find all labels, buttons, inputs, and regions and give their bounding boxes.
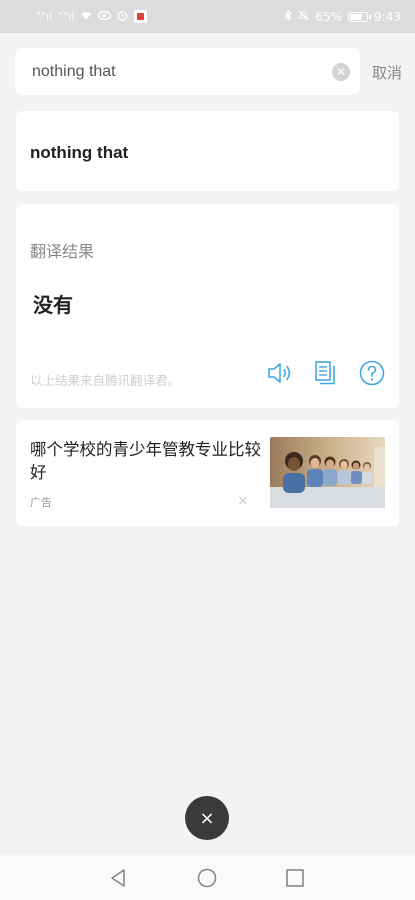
help-icon[interactable] <box>358 359 386 387</box>
signal-icon: ""ıl <box>36 10 53 23</box>
signal-icon: ""ıl <box>58 10 75 23</box>
query-text: nothing that <box>30 143 129 162</box>
ad-tag: 广告 <box>30 496 52 509</box>
ad-close-icon[interactable]: × <box>237 493 249 509</box>
cancel-button[interactable]: 取消 <box>372 62 402 83</box>
search-input[interactable] <box>32 62 332 81</box>
translation-result-card: 翻译结果 没有 以上结果来自腾讯翻译君。 <box>16 204 399 408</box>
query-card: nothing that <box>16 111 399 191</box>
copy-icon[interactable] <box>311 359 339 387</box>
eye-icon <box>98 10 112 22</box>
navigation-bar <box>0 855 415 900</box>
alarm-icon <box>117 10 128 23</box>
recent-apps-icon[interactable] <box>284 867 306 889</box>
search-box: ✕ <box>15 48 360 95</box>
back-icon[interactable] <box>108 867 130 889</box>
battery-fill <box>350 13 362 20</box>
result-label: 翻译结果 <box>30 242 95 261</box>
source-attribution: 以上结果来自腾讯翻译君。 <box>30 373 181 388</box>
ad-image[interactable] <box>270 437 385 508</box>
clock: 9:43 <box>374 9 401 24</box>
mute-icon <box>298 10 309 23</box>
ad-title[interactable]: 哪个学校的青少年管教专业比较好 <box>30 438 265 484</box>
battery-percent: 65% <box>315 9 343 24</box>
app-notification-icon <box>134 10 148 23</box>
status-bar: ""ıl ""ıl 65% 9:43 <box>0 0 415 33</box>
battery-icon <box>348 11 372 22</box>
home-icon[interactable] <box>196 867 218 889</box>
ad-card[interactable]: 哪个学校的青少年管教专业比较好 广告 × <box>16 420 399 526</box>
bluetooth-icon <box>284 9 293 23</box>
clear-input-icon[interactable]: ✕ <box>332 62 350 81</box>
speaker-icon[interactable] <box>266 359 294 387</box>
result-text: 没有 <box>33 293 73 317</box>
close-float-button[interactable]: × <box>185 796 229 840</box>
status-right: 65% 9:43 <box>284 9 401 24</box>
wifi-icon <box>80 11 92 23</box>
status-left: ""ıl ""ıl <box>36 10 148 23</box>
